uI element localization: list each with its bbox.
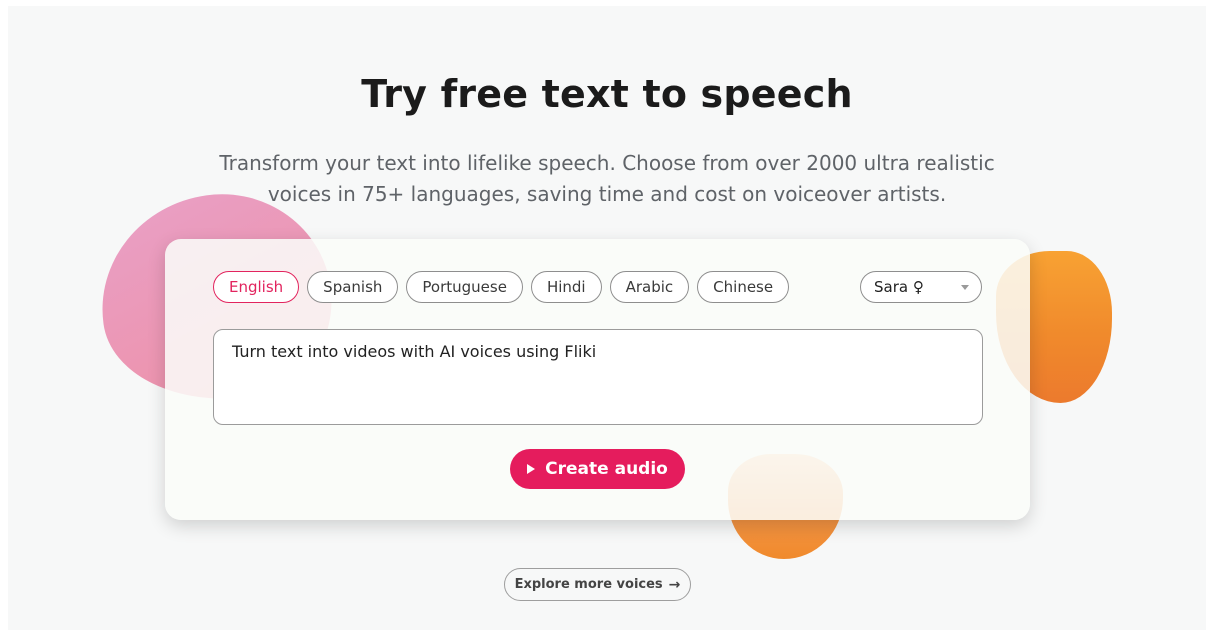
language-pill-english[interactable]: English [213,271,300,303]
hero-section: Try free text to speech Transform your t… [8,6,1206,630]
language-pill-chinese[interactable]: Chinese [697,271,790,303]
tts-text-input[interactable]: Turn text into videos with AI voices usi… [213,329,983,425]
language-pill-portuguese[interactable]: Portuguese [406,271,523,303]
page-title: Try free text to speech [361,72,853,116]
tts-card: English Spanish Portuguese Hindi Arabic … [165,239,1030,520]
page-subtitle: Transform your text into lifelike speech… [219,151,995,206]
language-pill-arabic[interactable]: Arabic [609,271,690,303]
explore-more-voices-button[interactable]: Explore more voices → [504,568,691,601]
play-icon [527,464,536,474]
language-selector: English Spanish Portuguese Hindi Arabic … [213,271,790,303]
create-audio-label: Create audio [545,459,668,479]
arrow-right-icon: → [668,576,681,593]
voice-select-value: Sara ♀ [874,278,924,296]
chevron-down-icon [961,284,969,290]
language-pill-hindi[interactable]: Hindi [530,271,602,303]
language-pill-spanish[interactable]: Spanish [307,271,399,303]
voice-select[interactable]: Sara ♀ [860,271,982,303]
create-audio-button[interactable]: Create audio [510,449,685,489]
explore-more-voices-label: Explore more voices [514,577,663,592]
